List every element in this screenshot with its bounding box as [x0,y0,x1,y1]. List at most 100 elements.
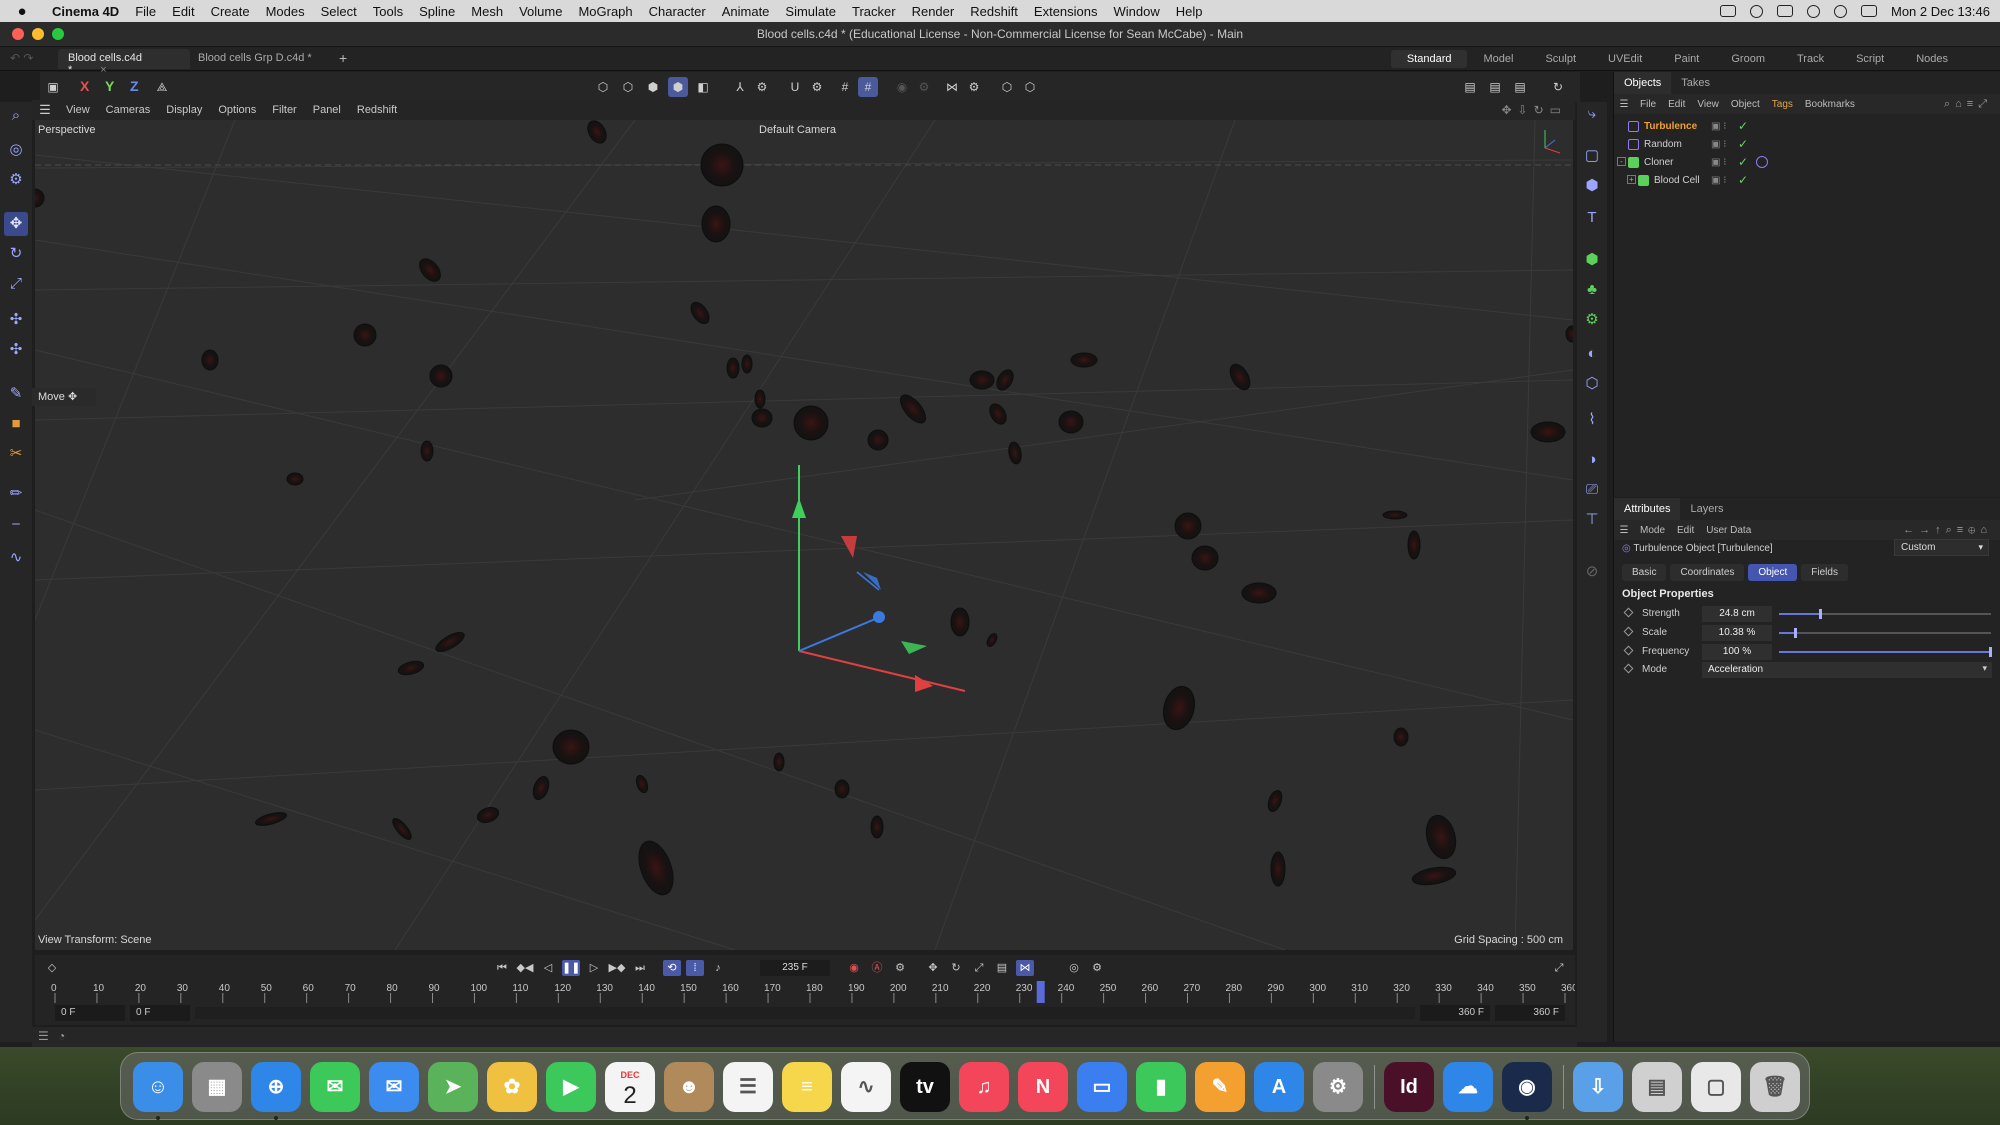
viewport-menu-panel[interactable]: Panel [305,104,349,116]
primitive-icon[interactable]: ⬢ [1580,174,1604,198]
loop-icon[interactable]: ⟲ [663,960,681,976]
render-region-icon[interactable]: ▤ [1460,77,1480,97]
cloner-create-icon[interactable]: ⤷ [1580,102,1604,126]
objects-menu-view[interactable]: View [1691,99,1725,110]
layout-model[interactable]: Model [1467,50,1529,68]
lock-workplane-icon[interactable]: ⬡ [997,77,1017,97]
range-start2-field[interactable]: 0 F [130,1005,190,1021]
visibility-flags[interactable]: ▣ ⁝ [1711,139,1726,150]
pause-button[interactable]: ❚❚ [562,960,580,976]
scale-slider[interactable] [1779,628,1991,638]
key-param-icon[interactable]: ▤ [993,960,1011,976]
keyframe-diamond-icon[interactable] [1623,645,1634,656]
sound-icon[interactable]: ♪ [709,960,727,976]
cloud-icon[interactable] [1776,5,1793,17]
viewport-menu-options[interactable]: Options [210,104,264,116]
dock-app-store-icon[interactable]: A [1254,1062,1304,1112]
menu-animate[interactable]: Animate [714,4,778,19]
menu-window[interactable]: Window [1106,4,1168,19]
spline-pen-icon[interactable]: ✎ [4,382,28,406]
new-tab-button[interactable]: + [339,50,347,66]
dock-recent-window-icon[interactable]: ▤ [1632,1062,1682,1112]
menu-volume[interactable]: Volume [511,4,570,19]
next-key-icon[interactable]: ▶◆ [608,960,626,976]
objects-menu-tags[interactable]: Tags [1766,99,1799,110]
visibility-flags[interactable]: ▣ ⁝ [1711,175,1726,186]
attributes-menu-edit[interactable]: Edit [1671,525,1700,536]
range-slider[interactable] [195,1007,1415,1019]
subtab-fields[interactable]: Fields [1801,564,1848,581]
attributes-hamburger-icon[interactable]: ☰ [1614,525,1634,536]
field-icon[interactable]: ⬡ [1580,372,1604,396]
range-end-field[interactable]: 360 F [1420,1005,1490,1021]
layout-paint[interactable]: Paint [1658,50,1715,68]
dock-recent-window-2-icon[interactable]: ▢ [1691,1062,1741,1112]
dock-facetime-icon[interactable]: ▶ [546,1062,596,1112]
range-start-field[interactable]: 0 F [55,1005,125,1021]
clock[interactable]: Mon 2 Dec 13:46 [1891,4,1990,19]
back-forward-icon[interactable]: ↶ ↷ [10,51,33,65]
viewport-navigation-icons[interactable]: ✥⇩↻▭ [1501,103,1567,117]
playhead[interactable] [1036,981,1045,1003]
strength-slider[interactable] [1779,609,1991,619]
paint-tool-icon[interactable]: ✏ [4,482,28,506]
mode-dropdown[interactable]: Acceleration ▾ [1702,662,1992,678]
render-settings-icon[interactable]: ▤ [1510,77,1530,97]
status-menu-icon[interactable]: ☰ [38,1029,49,1043]
object-row-turbulence[interactable]: Turbulence ▣ ⁝ ✓ [1614,118,2000,136]
menu-mesh[interactable]: Mesh [463,4,511,19]
tab-takes[interactable]: Takes [1671,72,1720,94]
rotate-tool-icon[interactable]: ↻ [4,242,28,266]
scale-tool-icon[interactable]: ⤢ [4,272,28,296]
menu-mograph[interactable]: MoGraph [570,4,640,19]
light-icon[interactable]: ⊤ [1580,508,1604,532]
keyframe-diamond-icon[interactable] [1623,607,1634,618]
symmetry-icon[interactable]: ⋈ [942,77,962,97]
objects-menu-bookmarks[interactable]: Bookmarks [1799,99,1861,110]
dock-cinema-4d-icon[interactable]: ◉ [1502,1062,1552,1112]
subtab-coordinates[interactable]: Coordinates [1670,564,1745,581]
search-icon[interactable]: ⌕ [4,104,28,128]
dock-numbers-icon[interactable]: ▮ [1136,1062,1186,1112]
scale-field[interactable]: 10.38 % [1702,625,1772,641]
next-frame-icon[interactable]: ▷ [585,960,603,976]
range-end2-field[interactable]: 360 F [1495,1005,1565,1021]
grid-icon[interactable]: # [835,77,855,97]
go-to-start-icon[interactable]: ⏮ [493,960,511,976]
frequency-slider[interactable] [1779,647,1992,657]
doc-tab-blood-cells[interactable]: Blood cells.c4d * × [58,49,190,76]
attributes-nav-icons[interactable]: ←→↑⌕≡⊕⌂ [1903,524,1992,537]
current-frame-field[interactable]: 235 F [760,960,830,976]
viewport-menu-view[interactable]: View [58,104,98,116]
viewport-hamburger-icon[interactable]: ☰ [32,102,58,118]
tab-objects[interactable]: Objects [1614,72,1672,94]
preset-dropdown[interactable]: Custom ▾ [1894,539,1989,556]
menu-redshift[interactable]: Redshift [962,4,1026,19]
dock-system-settings-icon[interactable]: ⚙ [1313,1062,1363,1112]
frequency-field[interactable]: 100 % [1702,644,1772,660]
dock-contacts-icon[interactable]: ☻ [664,1062,714,1112]
viewport-menu-display[interactable]: Display [158,104,210,116]
keyframe-toggle-icon[interactable]: ◇ [43,960,61,976]
record-keys-icon[interactable]: ◉ [845,960,863,976]
axis-x-toggle[interactable]: X [80,78,89,94]
dock-trash-icon[interactable]: 🗑 [1750,1062,1800,1112]
dock-reminders-icon[interactable]: ☰ [723,1062,773,1112]
mograph-icon[interactable]: ♣ [1580,278,1604,302]
viewport-menu-filter[interactable]: Filter [264,104,304,116]
go-to-end-icon[interactable]: ⏭ [631,960,649,976]
dock-tv-icon[interactable]: tv [900,1062,950,1112]
object-row-random[interactable]: Random ▣ ⁝ ✓ [1614,136,2000,154]
enabled-check-icon[interactable]: ✓ [1738,155,1748,169]
app-menu[interactable]: Cinema 4D [44,4,127,19]
dock-indesign-icon[interactable]: Id [1384,1062,1434,1112]
subtab-basic[interactable]: Basic [1622,564,1667,581]
objects-menu-object[interactable]: Object [1725,99,1766,110]
3d-viewport[interactable]: Perspective Default Camera View Transfor… [35,120,1573,950]
strength-field[interactable]: 24.8 cm [1702,606,1772,622]
dock-finder-icon[interactable]: ☺ [133,1062,183,1112]
keyframe-diamond-icon[interactable] [1623,626,1634,637]
soft-selection-icon[interactable]: ◉ [892,77,912,97]
motion-clip-icon[interactable]: ◎ [1065,960,1083,976]
key-scale-icon[interactable]: ⤢ [970,960,988,976]
